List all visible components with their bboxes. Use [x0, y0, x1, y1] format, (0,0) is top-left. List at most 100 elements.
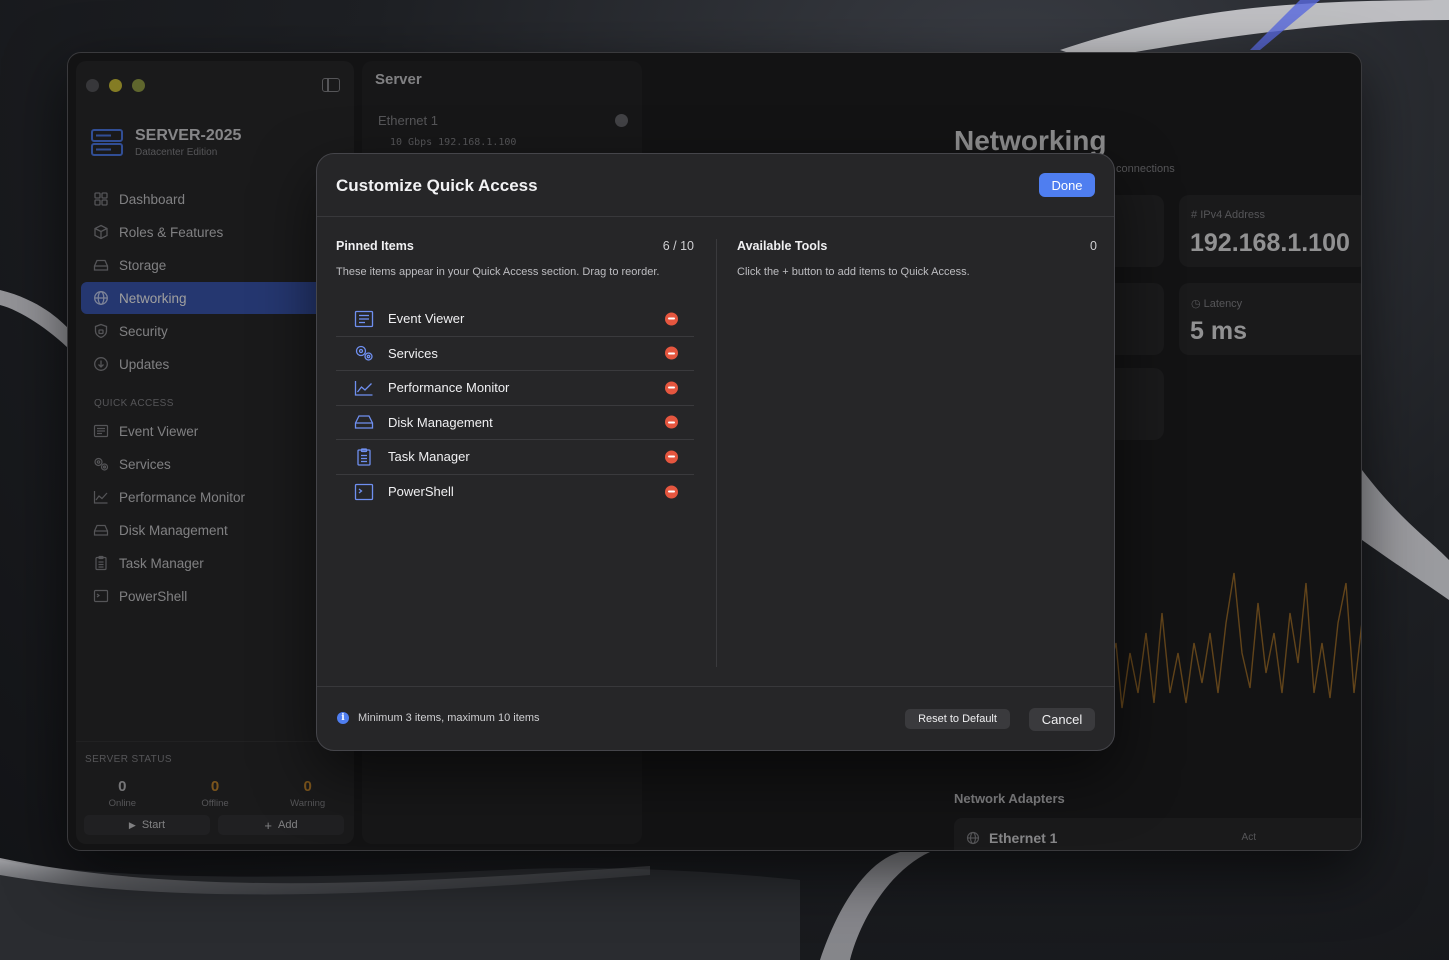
- pinned-item-disk-management[interactable]: Disk Management: [336, 406, 694, 440]
- pinned-item-performance-monitor[interactable]: Performance Monitor: [336, 371, 694, 406]
- gears-icon: [94, 457, 109, 471]
- pinned-items-title: Pinned Items: [336, 239, 414, 253]
- info-icon: i: [337, 712, 349, 724]
- adapter-row[interactable]: Ethernet 1 Act: [954, 818, 1361, 850]
- add-button[interactable]: + Add: [218, 815, 344, 835]
- sidebar-item-security[interactable]: Security: [81, 315, 349, 347]
- sidebar-item-label: Updates: [119, 356, 170, 372]
- sidebar: SERVER-2025 Datacenter Edition Dashboard…: [76, 61, 354, 844]
- sidebar-item-updates[interactable]: Updates: [81, 348, 349, 380]
- sidebar-toggle-icon[interactable]: [322, 78, 340, 92]
- close-window-button[interactable]: [86, 79, 99, 92]
- start-label: Start: [141, 819, 166, 831]
- available-tools-description: Click the + button to add items to Quick…: [737, 266, 970, 278]
- ipv4-label: # IPv4 Address: [1191, 209, 1266, 221]
- remove-item-button[interactable]: [665, 485, 678, 499]
- ipv4-value: 192.168.1.100: [1190, 229, 1350, 257]
- reset-to-default-button[interactable]: Reset to Default: [905, 709, 1010, 729]
- pinned-item-task-manager[interactable]: Task Manager: [336, 440, 694, 475]
- quick-access-powershell[interactable]: PowerShell: [81, 580, 349, 612]
- server-status-heading: SERVER STATUS: [85, 754, 172, 765]
- pinned-item-powershell[interactable]: PowerShell: [336, 475, 694, 510]
- available-tools-pane: Available Tools 0 Click the + button to …: [737, 239, 1097, 278]
- list-icon: [93, 424, 109, 438]
- quick-access-services[interactable]: Services: [81, 448, 349, 480]
- remove-item-button[interactable]: [665, 381, 678, 395]
- sidebar-item-label: Security: [119, 323, 168, 339]
- add-label: Add: [278, 819, 298, 831]
- sidebar-item-label: Storage: [119, 257, 167, 273]
- pinned-item-label: Event Viewer: [388, 311, 465, 327]
- pinned-items-description: These items appear in your Quick Access …: [336, 266, 660, 278]
- done-button[interactable]: Done: [1039, 173, 1095, 197]
- gears-icon: [355, 346, 373, 361]
- status-online: 0 Online: [76, 778, 169, 809]
- online-caption: Online: [108, 798, 137, 809]
- quick-access-performance-monitor[interactable]: Performance Monitor: [81, 481, 349, 513]
- remove-item-button[interactable]: [665, 346, 678, 360]
- pinned-item-services[interactable]: Services: [336, 337, 694, 371]
- minimize-window-button[interactable]: [109, 79, 122, 92]
- pinned-items-header: Pinned Items 6 / 10: [336, 239, 694, 253]
- sidebar-item-storage[interactable]: Storage: [81, 249, 349, 281]
- chart-icon: [93, 491, 108, 504]
- pinned-item-label: Task Manager: [388, 449, 470, 465]
- adapter-row-name: Ethernet 1: [989, 830, 1058, 846]
- adapter-card[interactable]: Ethernet 1 10 Gbps 192.168.1.100: [366, 103, 638, 155]
- server-edition: Datacenter Edition: [135, 147, 218, 158]
- pinned-item-label: Services: [388, 345, 438, 361]
- terminal-icon: [93, 589, 109, 603]
- quick-access-task-manager[interactable]: Task Manager: [81, 547, 349, 579]
- quick-access-disk-management[interactable]: Disk Management: [81, 514, 349, 546]
- adapter-card-name: Ethernet 1: [378, 113, 438, 128]
- pinned-item-label: Performance Monitor: [388, 380, 510, 396]
- quick-access-event-viewer[interactable]: Event Viewer: [81, 415, 349, 447]
- pinned-item-event-viewer[interactable]: Event Viewer: [336, 302, 694, 337]
- available-tools-header: Available Tools 0: [737, 239, 1097, 253]
- limits-info-text: Minimum 3 items, maximum 10 items: [358, 712, 540, 724]
- server-name: SERVER-2025: [135, 127, 242, 144]
- start-button[interactable]: ▶ Start: [84, 815, 210, 835]
- quick-access-label: Disk Management: [119, 522, 228, 538]
- server-list-title: Server: [375, 71, 422, 88]
- traffic-line: [1108, 572, 1361, 709]
- available-tools-count: 0: [1090, 239, 1097, 253]
- server-brand: SERVER-2025 Datacenter Edition: [91, 127, 241, 158]
- remove-item-button[interactable]: [665, 415, 678, 429]
- sidebar-item-dashboard[interactable]: Dashboard: [81, 183, 349, 215]
- disk-icon: [93, 524, 109, 536]
- latency-label: ◷ Latency: [1191, 298, 1243, 310]
- quick-access-label: PowerShell: [119, 588, 188, 604]
- cube-icon: [94, 224, 108, 240]
- status-warning: 0 Warning: [261, 778, 354, 809]
- limits-info: i Minimum 3 items, maximum 10 items: [337, 712, 540, 724]
- sidebar-item-networking[interactable]: Networking: [81, 282, 349, 314]
- list-icon: [354, 310, 374, 327]
- remove-item-button[interactable]: [665, 450, 678, 464]
- remove-item-button[interactable]: [665, 312, 678, 326]
- zoom-window-button[interactable]: [132, 79, 145, 92]
- pinned-item-label: PowerShell: [388, 484, 454, 500]
- warning-count: 0: [303, 778, 312, 795]
- offline-caption: Offline: [201, 798, 229, 809]
- server-icon: [91, 128, 123, 156]
- shield-icon: [94, 323, 108, 339]
- offline-count: 0: [210, 778, 220, 795]
- quick-access-label: Event Viewer: [119, 423, 199, 439]
- pane-divider: [716, 239, 717, 667]
- disk-icon: [93, 259, 109, 271]
- quick-access-label: Performance Monitor: [119, 489, 246, 505]
- warning-caption: Warning: [290, 798, 326, 809]
- globe-icon: [966, 831, 980, 845]
- sidebar-item-label: Dashboard: [119, 191, 186, 207]
- quick-access-label: Task Manager: [119, 555, 204, 571]
- pinned-items-pane: Pinned Items 6 / 10 These items appear i…: [336, 239, 694, 509]
- cancel-button[interactable]: Cancel: [1029, 708, 1095, 731]
- latency-value: 5 ms: [1190, 317, 1247, 345]
- download-circle-icon: [94, 357, 108, 371]
- clipboard-icon: [95, 555, 107, 571]
- sidebar-item-roles-features[interactable]: Roles & Features: [81, 216, 349, 248]
- dialog-footer: i Minimum 3 items, maximum 10 items Rese…: [317, 686, 1114, 750]
- chart-icon: [354, 380, 373, 396]
- latency-card: ◷ Latency 5 ms: [1179, 283, 1361, 355]
